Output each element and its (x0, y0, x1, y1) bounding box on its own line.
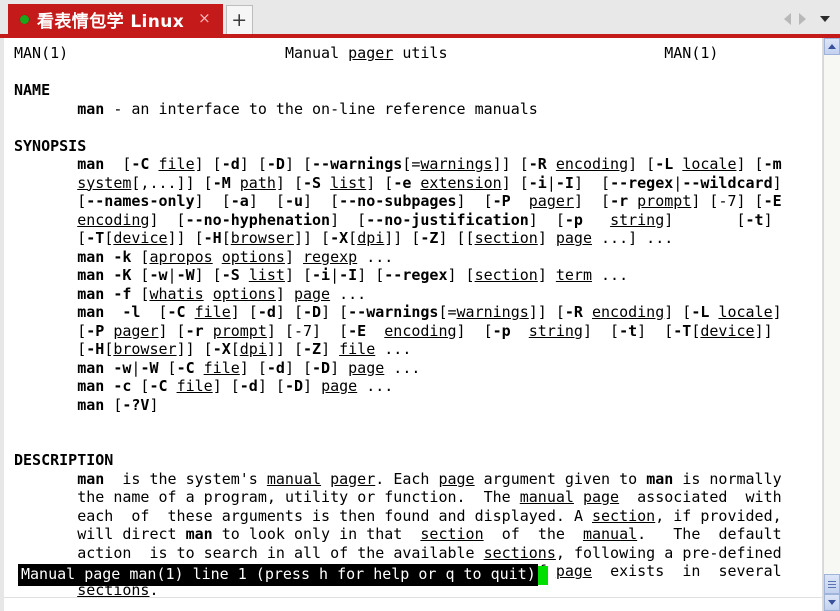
scroll-tabs-right-icon[interactable] (799, 13, 806, 25)
tab-strip-controls (784, 13, 840, 34)
tab-list-menu-icon[interactable] (820, 16, 830, 22)
man-line: man -K [-w|-W] [-S list] [-i|-I] [--rege… (77, 266, 629, 284)
man-page-content: MAN(1) Manual pager utils MAN(1) NAME ma… (4, 38, 822, 599)
man-line (14, 118, 822, 137)
man-line: man is the system's manual pager. Each p… (77, 469, 782, 488)
terminal-window: 看表情包学 Linux × + MAN(1) Manual pager util… (0, 0, 840, 611)
scrollbar-thumb[interactable] (824, 574, 840, 594)
man-line: the name of a program, utility or functi… (77, 488, 782, 506)
man-line: each of these arguments is then found an… (77, 506, 782, 525)
man-line (14, 63, 822, 82)
man-line (14, 433, 822, 452)
man-line: man -f [whatis options] page ... (77, 284, 367, 303)
man-line: man -l [-C file] [-d] [-D] [--warnings[=… (77, 303, 782, 321)
man-line: [-T[device]] [-H[browser]] [-X[dpi]] [-Z… (14, 229, 674, 247)
chevron-down-icon (828, 600, 836, 605)
man-line: will direct man to look only in that sec… (77, 525, 782, 543)
grip-line-icon (828, 586, 836, 588)
new-tab-button[interactable]: + (225, 5, 253, 34)
man-line: encoding] [--no-hyphenation] [--no-justi… (77, 210, 773, 229)
tab-active[interactable]: 看表情包学 Linux × (8, 4, 223, 34)
chevron-up-icon (828, 44, 836, 49)
tab-close-icon[interactable]: × (192, 10, 215, 28)
scroll-tabs-left-icon[interactable] (784, 13, 791, 25)
man-line: MAN(1) Manual pager utils MAN(1) (14, 44, 719, 62)
window-bottom-strip (4, 597, 822, 611)
tab-strip: 看表情包学 Linux × + (0, 0, 840, 38)
scroll-down-button[interactable] (824, 594, 840, 611)
man-line: man [-?V] (77, 395, 159, 414)
vertical-scrollbar[interactable] (823, 38, 840, 611)
man-line: [-P pager] [-r prompt] [-7] [-E encoding… (14, 321, 773, 340)
scroll-up-button[interactable] (824, 38, 840, 55)
man-line: DESCRIPTION (14, 451, 114, 469)
man-line: [--names-only] [-a] [-u] [--no-subpages]… (14, 192, 782, 210)
tab-title: 看表情包学 Linux (37, 11, 185, 32)
man-line: action is to search in all of the availa… (77, 543, 782, 562)
man-line: [-H[browser]] [-X[dpi]] [-Z] file ... (14, 340, 412, 358)
man-line: SYNOPSIS (14, 136, 87, 155)
grip-line-icon (828, 580, 836, 582)
scrollbar-track[interactable] (824, 55, 840, 574)
man-line: man - an interface to the on-line refere… (77, 99, 538, 118)
man-line: man -k [apropos options] regexp ... (77, 247, 394, 266)
pager-status-bar: Manual page man(1) line 1 (press h for h… (18, 564, 548, 586)
tab-status-dot-icon (20, 14, 29, 24)
man-line: man -c [-C file] [-d] [-D] page ... (77, 377, 394, 395)
terminal-cursor (537, 565, 548, 585)
man-line (14, 414, 822, 433)
window-body: MAN(1) Manual pager utils MAN(1) NAME ma… (0, 38, 840, 611)
man-line: man [-C file] [-d] [-D] [--warnings[=war… (77, 155, 782, 173)
man-line: system[,...]] [-M path] [-S list] [-e ex… (77, 173, 782, 192)
terminal-viewport[interactable]: MAN(1) Manual pager utils MAN(1) NAME ma… (0, 38, 823, 611)
man-line: man -w|-W [-C file] [-d] [-D] page ... (77, 358, 421, 377)
grip-line-icon (828, 583, 836, 585)
man-line: NAME (14, 81, 51, 99)
pager-status-text: Manual page man(1) line 1 (press h for h… (18, 564, 538, 586)
